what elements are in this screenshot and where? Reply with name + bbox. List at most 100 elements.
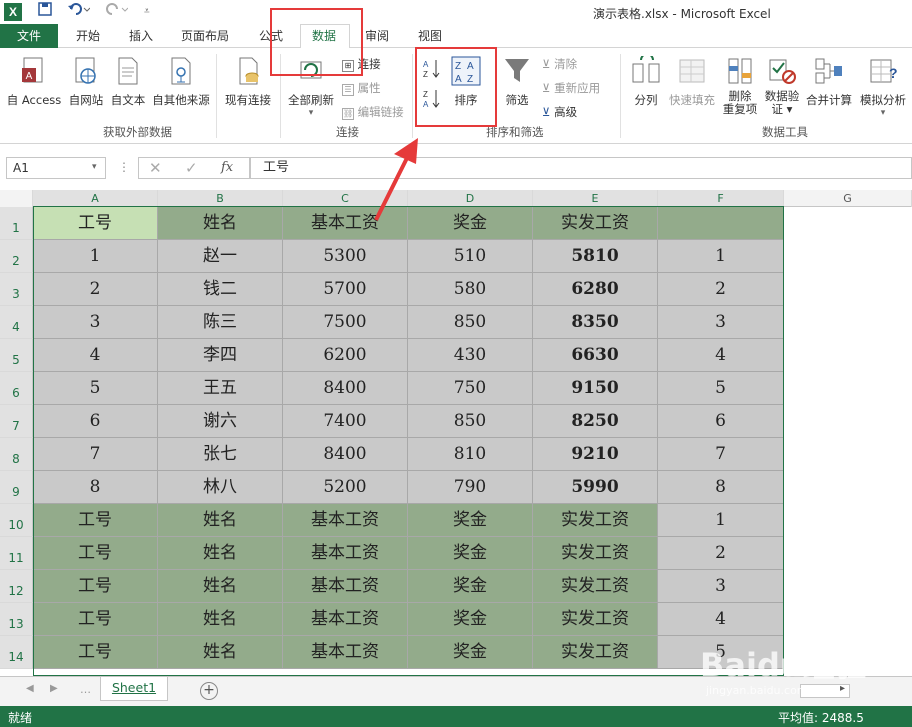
cell[interactable]: 750 (408, 372, 533, 405)
cell[interactable]: 5990 (533, 471, 658, 504)
cell[interactable]: 7 (658, 438, 784, 471)
cell[interactable]: 2 (33, 273, 158, 306)
cell[interactable]: 基本工资 (283, 636, 408, 669)
cell[interactable]: 2 (658, 537, 784, 570)
row-header[interactable]: 9 (0, 471, 33, 504)
tab-review[interactable]: 审阅 (365, 27, 389, 44)
row-header[interactable]: 13 (0, 603, 33, 636)
row-header[interactable]: 10 (0, 504, 33, 537)
cell[interactable]: 基本工资 (283, 570, 408, 603)
row-header[interactable]: 5 (0, 339, 33, 372)
cell[interactable]: 姓名 (158, 504, 283, 537)
cell[interactable]: 3 (658, 570, 784, 603)
cell[interactable]: 7 (33, 438, 158, 471)
cell[interactable]: 基本工资 (283, 504, 408, 537)
cell[interactable]: 8350 (533, 306, 658, 339)
cell[interactable]: 430 (408, 339, 533, 372)
data-validation-button[interactable]: 数据验证 ▾ (762, 56, 802, 116)
cell[interactable]: 姓名 (158, 603, 283, 636)
cell[interactable]: 姓名 (158, 636, 283, 669)
cell[interactable]: 6200 (283, 339, 408, 372)
cell[interactable]: 工号 (33, 207, 158, 240)
cell[interactable]: 钱二 (158, 273, 283, 306)
cell[interactable]: 790 (408, 471, 533, 504)
cell[interactable]: 张七 (158, 438, 283, 471)
column-header-b[interactable]: B (158, 190, 283, 207)
cell[interactable]: 3 (658, 306, 784, 339)
cell[interactable]: 工号 (33, 504, 158, 537)
cell[interactable]: 5810 (533, 240, 658, 273)
cell[interactable]: 4 (658, 603, 784, 636)
tab-home[interactable]: 开始 (76, 27, 100, 44)
worksheet-grid[interactable]: A B C D E F G 1 工号 姓名 基本工资 奖金 实发工资 2 1 赵一 5300 510… (0, 190, 912, 676)
cell[interactable]: 林八 (158, 471, 283, 504)
row-header[interactable]: 2 (0, 240, 33, 273)
redo-icon[interactable] (106, 2, 129, 20)
existing-connections-button[interactable]: 现有连接 (220, 56, 276, 108)
cell[interactable]: 实发工资 (533, 537, 658, 570)
cell[interactable]: 7400 (283, 405, 408, 438)
reapply-button[interactable]: ⊻ 重新应用 (542, 80, 600, 96)
cell[interactable]: 基本工资 (283, 537, 408, 570)
row-header[interactable]: 1 (0, 207, 33, 240)
row-header[interactable]: 6 (0, 372, 33, 405)
sheet-tab-sheet1[interactable]: Sheet1 (100, 677, 168, 701)
more-sheets-icon[interactable]: … (80, 683, 91, 696)
cell[interactable]: 姓名 (158, 537, 283, 570)
cell[interactable]: 奖金 (408, 636, 533, 669)
cell[interactable]: 实发工资 (533, 570, 658, 603)
prev-sheet-icon[interactable]: ◀ (26, 683, 34, 694)
name-box[interactable]: A1 (6, 157, 106, 179)
cell[interactable]: 谢六 (158, 405, 283, 438)
cell[interactable]: 850 (408, 405, 533, 438)
enter-icon[interactable]: ✓ (185, 159, 198, 177)
cell[interactable]: 姓名 (158, 207, 283, 240)
cell[interactable]: 实发工资 (533, 504, 658, 537)
next-sheet-icon[interactable]: ▶ (50, 683, 58, 694)
cell[interactable]: 赵一 (158, 240, 283, 273)
cell[interactable]: 5700 (283, 273, 408, 306)
cell[interactable]: 6280 (533, 273, 658, 306)
cell[interactable]: 工号 (33, 570, 158, 603)
column-header-f[interactable]: F (658, 190, 784, 207)
remove-duplicates-button[interactable]: 删除 重复项 (718, 56, 762, 116)
row-header[interactable]: 3 (0, 273, 33, 306)
column-header-a[interactable]: A (33, 190, 158, 207)
tab-insert[interactable]: 插入 (129, 27, 153, 44)
cell[interactable]: 李四 (158, 339, 283, 372)
save-icon[interactable] (38, 2, 52, 20)
cell[interactable]: 8 (33, 471, 158, 504)
consolidate-button[interactable]: 合并计算 (803, 56, 855, 108)
cell[interactable]: 姓名 (158, 570, 283, 603)
cell[interactable]: 8400 (283, 372, 408, 405)
cell[interactable]: 奖金 (408, 537, 533, 570)
tab-file[interactable]: 文件 (0, 24, 58, 48)
tab-page-layout[interactable]: 页面布局 (181, 27, 229, 44)
cell[interactable]: 6630 (533, 339, 658, 372)
cell[interactable]: 6 (33, 405, 158, 438)
cell[interactable]: 5300 (283, 240, 408, 273)
row-header[interactable]: 4 (0, 306, 33, 339)
tab-view[interactable]: 视图 (418, 27, 442, 44)
cell[interactable]: 580 (408, 273, 533, 306)
name-box-dropdown-icon[interactable]: ▾ (92, 162, 97, 172)
cell[interactable]: 基本工资 (283, 603, 408, 636)
cell[interactable]: 810 (408, 438, 533, 471)
from-access-button[interactable]: A 自 Access (4, 56, 64, 108)
select-all-corner[interactable] (0, 190, 33, 207)
what-if-analysis-button[interactable]: ? 模拟分析 ▾ (856, 56, 910, 118)
cell[interactable]: 4 (658, 339, 784, 372)
column-header-d[interactable]: D (408, 190, 533, 207)
cell[interactable]: 1 (658, 504, 784, 537)
cell[interactable]: 9210 (533, 438, 658, 471)
from-web-button[interactable]: 自网站 (64, 56, 108, 108)
cell[interactable]: 7500 (283, 306, 408, 339)
cell[interactable]: 王五 (158, 372, 283, 405)
from-other-sources-button[interactable]: 自其他来源 (148, 56, 214, 108)
cell[interactable]: 工号 (33, 636, 158, 669)
row-header[interactable]: 11 (0, 537, 33, 570)
from-text-button[interactable]: 自文本 (106, 56, 150, 108)
cancel-icon[interactable]: ✕ (149, 159, 162, 177)
cell[interactable]: 5 (658, 372, 784, 405)
row-header[interactable]: 12 (0, 570, 33, 603)
